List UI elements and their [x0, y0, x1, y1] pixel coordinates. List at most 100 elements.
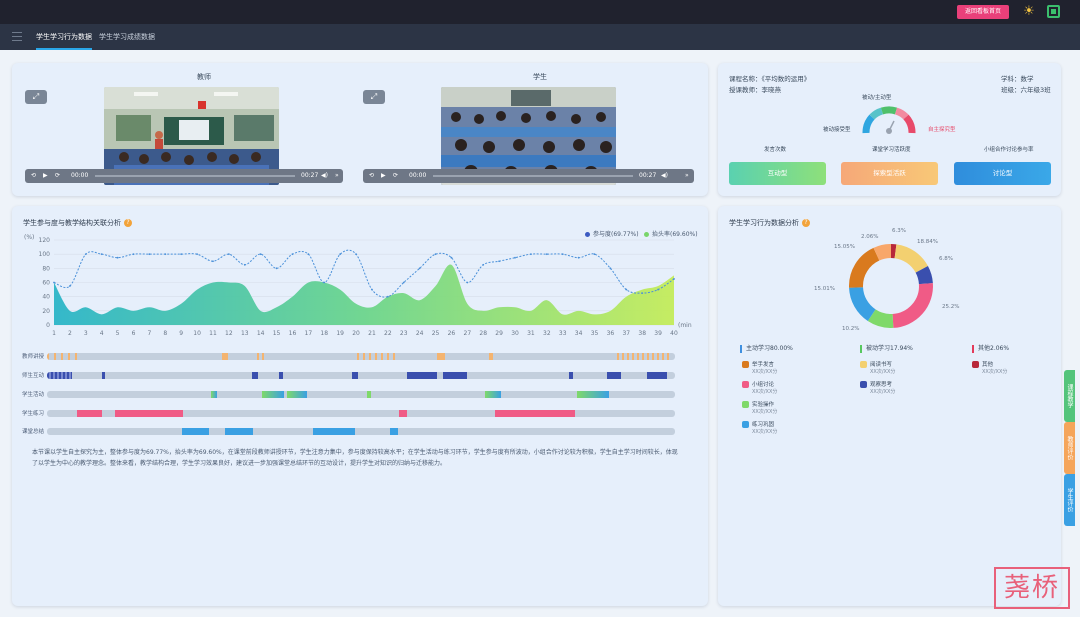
- sun-icon[interactable]: ☀: [1021, 4, 1037, 20]
- teacher-progress-bar[interactable]: [95, 175, 295, 177]
- forward-icon[interactable]: ⟳: [393, 169, 398, 183]
- volume-icon[interactable]: ◀): [661, 169, 668, 183]
- student-player[interactable]: ⟲ ▶ ⟳ 00:00 00:27 ◀) »: [363, 169, 694, 183]
- score-button-discussion[interactable]: 讨论型: [954, 162, 1051, 185]
- engagement-gauge: [862, 106, 916, 134]
- help-icon[interactable]: ?: [802, 219, 810, 227]
- x-tick-label: 6: [132, 330, 136, 337]
- x-tick-label: 9: [179, 330, 183, 337]
- participation-point: [386, 295, 389, 298]
- summary-other: 其他2.06%: [972, 345, 1009, 353]
- x-tick-label: 10: [193, 330, 201, 337]
- donut-slice[interactable]: [894, 244, 928, 274]
- participation-point: [259, 253, 262, 256]
- donut-slice[interactable]: [892, 283, 933, 328]
- donut-slice[interactable]: [849, 286, 876, 322]
- timeline-segment: [390, 428, 398, 435]
- teacher-player[interactable]: ⟲ ▶ ⟳ 00:00 00:27 ◀) »: [25, 169, 343, 183]
- x-tick-label: 33: [559, 330, 567, 337]
- timeline-interaction: [47, 372, 675, 379]
- pct-label: 15.01%: [814, 286, 835, 292]
- item-raise-hand: 举手发言 XX次/XX分: [742, 360, 777, 375]
- score-button-interactive[interactable]: 互动型: [729, 162, 826, 185]
- score-button-explore[interactable]: 探索型活跃: [841, 162, 938, 185]
- participation-point: [100, 253, 103, 256]
- x-tick-label: 12: [225, 330, 233, 337]
- side-tab-student[interactable]: 学生评价: [1064, 474, 1075, 526]
- tab-scores[interactable]: 学生学习成绩数据: [99, 24, 155, 50]
- teacher-video-label: 教师: [197, 73, 211, 81]
- participation-point: [482, 263, 485, 266]
- item-other: 其他 XX次/XX分: [972, 360, 1007, 375]
- side-tab-teacher[interactable]: 教师评价: [1064, 422, 1075, 474]
- forward-icon[interactable]: ⟳: [55, 169, 60, 183]
- help-icon[interactable]: ?: [124, 219, 132, 227]
- teacher-current-time: 00:00: [71, 172, 89, 179]
- engagement-panel: 学生参与度与教学结构关联分析? 参与度(69.77%) 抬头率(69.60%) …: [12, 206, 708, 606]
- fullscreen-icon[interactable]: »: [685, 169, 689, 183]
- side-tab-course[interactable]: 课程教学: [1064, 370, 1075, 422]
- back-to-dashboard-button[interactable]: 返回看板首页: [957, 5, 1009, 19]
- participation-point: [243, 263, 246, 266]
- participation-point: [561, 253, 564, 256]
- donut-slice[interactable]: [873, 244, 892, 261]
- expand-student-icon[interactable]: ⤢: [363, 90, 385, 104]
- timeline-segment: [647, 372, 667, 379]
- student-progress-bar[interactable]: [433, 175, 633, 177]
- x-tick-label: 29: [495, 330, 503, 337]
- participation-point: [307, 253, 310, 256]
- summary-passive: 被动学习17.94%: [860, 345, 913, 353]
- item-observe-think: 观察思考 XX次/XX分: [860, 380, 895, 395]
- participation-point: [227, 253, 230, 256]
- x-tick-label: 19: [336, 330, 344, 337]
- donut-slice[interactable]: [915, 266, 933, 285]
- x-tick-label: 18: [320, 330, 328, 337]
- course-name: 课程名称：《平均数的运用》: [729, 75, 811, 83]
- subject: 学科：数学: [1001, 75, 1034, 83]
- timeline-segment: [252, 372, 258, 379]
- x-tick-label: 31: [527, 330, 535, 337]
- x-tick-label: 22: [384, 330, 392, 337]
- row-label-interaction: 师生互动: [22, 373, 45, 379]
- menu-icon[interactable]: [12, 32, 22, 41]
- x-tick-label: 7: [147, 330, 151, 337]
- timeline-segment: [495, 410, 575, 417]
- participation-point: [657, 288, 660, 291]
- participation-point: [323, 281, 326, 284]
- participation-point: [577, 256, 580, 259]
- y-tick-label: 120: [39, 237, 51, 244]
- fullscreen-icon[interactable]: »: [335, 169, 339, 183]
- timeline-segment: [225, 428, 253, 435]
- timeline-segment: [313, 428, 355, 435]
- x-unit-label: (min): [678, 322, 692, 329]
- tab-behavior[interactable]: 学生学习行为数据: [36, 24, 92, 50]
- pct-label: 2.06%: [861, 234, 879, 240]
- pct-label: 6.3%: [892, 228, 906, 234]
- score-label-speak: 发言次数: [764, 147, 787, 153]
- x-tick-label: 11: [209, 330, 217, 337]
- x-tick-label: 27: [464, 330, 472, 337]
- participation-point: [68, 285, 71, 287]
- y-unit-label: (%): [24, 234, 34, 241]
- class-name: 班级：六年级3班: [1001, 86, 1051, 94]
- participation-point: [625, 288, 628, 291]
- x-tick-label: 23: [400, 330, 408, 337]
- x-tick-label: 4: [100, 330, 104, 337]
- row-label-activity: 学生活动: [22, 392, 45, 398]
- participation-point: [196, 253, 198, 256]
- rewind-icon[interactable]: ⟲: [369, 169, 374, 183]
- play-icon[interactable]: ▶: [381, 169, 386, 183]
- play-icon[interactable]: ▶: [43, 169, 48, 183]
- rewind-icon[interactable]: ⟲: [31, 169, 36, 183]
- screen-icon[interactable]: [1047, 5, 1060, 18]
- donut-slice[interactable]: [867, 309, 894, 328]
- donut-slice[interactable]: [849, 247, 880, 288]
- expand-teacher-icon[interactable]: ⤢: [25, 90, 47, 104]
- pct-label: 6.8%: [939, 256, 953, 262]
- volume-icon[interactable]: ◀): [321, 169, 328, 183]
- participation-point: [593, 253, 596, 256]
- participation-point: [180, 253, 183, 256]
- participation-point: [530, 253, 532, 256]
- timeline-segment: [569, 372, 573, 379]
- behavior-title: 学生学习行为数据分析?: [729, 218, 810, 228]
